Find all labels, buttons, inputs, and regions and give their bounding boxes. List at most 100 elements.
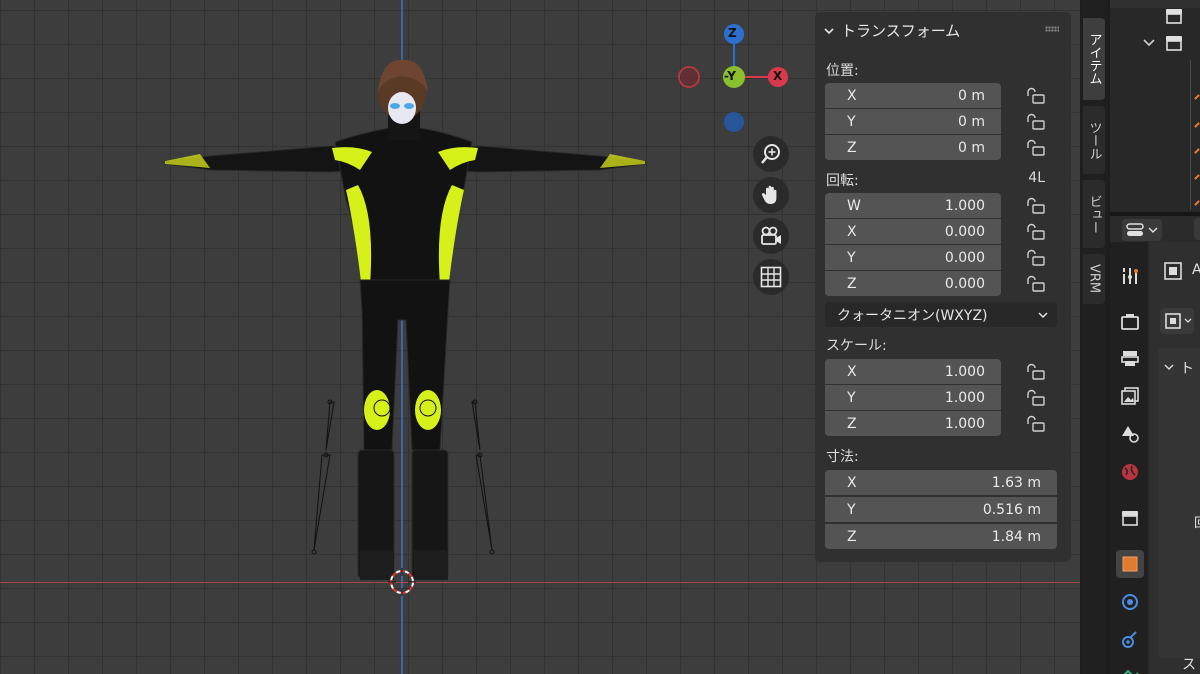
rotation-label-fragment: 回	[1194, 512, 1200, 531]
location-y-field[interactable]: Y 0 m	[825, 109, 1001, 134]
rotation-x-field[interactable]: X 0.000	[825, 219, 1001, 244]
transform-panel-title: トランスフォーム	[841, 22, 961, 40]
axis-label: X	[847, 474, 857, 491]
field-value: 1.000	[944, 389, 985, 406]
transform-panel-header[interactable]: トランスフォーム	[823, 20, 960, 41]
location-label: 位置:	[826, 63, 859, 79]
field-value: 0 m	[958, 139, 985, 156]
gizmo-x-label: X	[773, 69, 783, 83]
view-layer-tab-icon[interactable]	[1118, 384, 1142, 408]
field-value: 1.63 m	[991, 474, 1041, 491]
object-mode-dropdown[interactable]	[1160, 308, 1194, 334]
navigation-gizmo[interactable]: Z -Y X	[672, 20, 796, 140]
lock-rotation-z-icon[interactable]	[1025, 275, 1047, 293]
scale-z-field[interactable]: Z 1.000	[825, 411, 1001, 436]
location-z-field[interactable]: Z 0 m	[825, 135, 1001, 160]
rotation-z-field[interactable]: Z 0.000	[825, 271, 1001, 296]
rotation-w-field[interactable]: W 1.000	[825, 193, 1001, 218]
axis-label: Z	[847, 139, 857, 156]
rotation-mode-value: クォータニオン(WXYZ)	[837, 307, 988, 324]
dimensions-z-field[interactable]: Z 1.84 m	[825, 524, 1057, 549]
field-value: 0.000	[944, 275, 985, 292]
dimensions-label: 寸法:	[826, 449, 859, 465]
tab-view[interactable]: ビュー	[1083, 180, 1105, 248]
properties-editor: A ト 回 ス	[1110, 216, 1200, 674]
axis-label: X	[847, 223, 857, 240]
physics-tab-icon[interactable]	[1118, 590, 1142, 614]
field-value: 1.000	[944, 197, 985, 214]
chevron-down-icon	[1184, 318, 1192, 323]
field-value: 0 m	[958, 113, 985, 130]
scene-tab-icon[interactable]	[1118, 422, 1142, 446]
collection-tab-icon[interactable]	[1118, 506, 1142, 530]
lock-scale-x-icon[interactable]	[1025, 363, 1047, 381]
axis-label: Y	[847, 501, 856, 518]
transform-panel: トランスフォーム 位置: X 0 m Y 0 m Z 0 m 回転: 4L W …	[815, 12, 1071, 562]
lock-location-x-icon[interactable]	[1025, 87, 1047, 105]
sidebar-tabs: アイテム ツール ビュー VRM	[1081, 0, 1107, 674]
axis-label: Y	[847, 389, 856, 406]
world-tab-icon[interactable]	[1118, 460, 1142, 484]
lock-location-y-icon[interactable]	[1025, 113, 1047, 131]
chevron-down-icon[interactable]	[1164, 362, 1174, 372]
collection-icon[interactable]	[1164, 33, 1184, 53]
object-icon	[1165, 313, 1181, 329]
tab-tool[interactable]: ツール	[1083, 106, 1105, 174]
scale-x-field[interactable]: X 1.000	[825, 359, 1001, 384]
axis-label: Z	[847, 275, 857, 292]
field-value: 0.516 m	[982, 501, 1041, 518]
drag-grip-icon[interactable]	[1045, 26, 1059, 32]
camera-view-button[interactable]	[753, 218, 789, 254]
lock-rotation-w-icon[interactable]	[1025, 197, 1047, 215]
rotation-lock-4l-toggle[interactable]: 4L	[1028, 170, 1045, 186]
3d-viewport[interactable]: Z -Y X トランスフォーム 位置: X 0 m Y 0 m Z 0 m 回転…	[0, 0, 1080, 674]
axis-label: X	[847, 87, 857, 104]
chevron-down-icon	[1038, 311, 1048, 318]
gizmo-z-label: Z	[728, 26, 737, 40]
tab-vrm[interactable]: VRM	[1083, 254, 1105, 304]
outliner-panel[interactable]	[1110, 0, 1200, 212]
lock-scale-y-icon[interactable]	[1025, 389, 1047, 407]
editor-type-dropdown[interactable]	[1122, 219, 1162, 241]
tool-tab-icon[interactable]	[1118, 264, 1142, 288]
axis-label: Z	[847, 528, 857, 545]
field-value: 1.000	[944, 363, 985, 380]
object-tab-icon[interactable]	[1116, 550, 1144, 578]
transform-subpanel: ト 回 ス	[1158, 348, 1200, 673]
character-model[interactable]	[150, 50, 660, 610]
rotation-mode-dropdown[interactable]: クォータニオン(WXYZ)	[825, 302, 1057, 327]
lock-location-z-icon[interactable]	[1025, 139, 1047, 157]
tab-item[interactable]: アイテム	[1083, 18, 1105, 100]
chevron-down-icon[interactable]	[1142, 36, 1156, 50]
3d-cursor-icon	[388, 568, 416, 596]
rotation-y-field[interactable]: Y 0.000	[825, 245, 1001, 270]
object-name-fragment: A	[1192, 262, 1200, 278]
location-x-field[interactable]: X 0 m	[825, 83, 1001, 108]
axis-label: Y	[847, 249, 856, 266]
rotation-label: 回転:	[826, 173, 859, 189]
data-tab-icon[interactable]	[1118, 662, 1142, 674]
constraints-tab-icon[interactable]	[1118, 628, 1142, 652]
perspective-toggle-button[interactable]	[753, 259, 789, 295]
output-tab-icon[interactable]	[1118, 346, 1142, 370]
lock-scale-z-icon[interactable]	[1025, 415, 1047, 433]
axis-label: Y	[847, 113, 856, 130]
chevron-down-icon	[1148, 227, 1158, 233]
properties-editor-icon	[1126, 223, 1144, 236]
zoom-icon	[761, 144, 780, 164]
dimensions-y-field[interactable]: Y 0.516 m	[825, 497, 1057, 522]
render-tab-icon[interactable]	[1118, 310, 1142, 334]
scale-label: スケール:	[826, 338, 887, 354]
field-value: 0.000	[944, 249, 985, 266]
zoom-button[interactable]	[753, 136, 789, 172]
lock-rotation-y-icon[interactable]	[1025, 249, 1047, 267]
collection-icon[interactable]	[1164, 6, 1184, 26]
scale-y-field[interactable]: Y 1.000	[825, 385, 1001, 410]
field-value: 0.000	[944, 223, 985, 240]
hand-icon	[761, 185, 777, 204]
gizmo-y-label: -Y	[724, 69, 736, 83]
pan-button[interactable]	[753, 177, 789, 213]
grid-icon	[760, 266, 782, 288]
lock-rotation-x-icon[interactable]	[1025, 223, 1047, 241]
dimensions-x-field[interactable]: X 1.63 m	[825, 470, 1057, 495]
